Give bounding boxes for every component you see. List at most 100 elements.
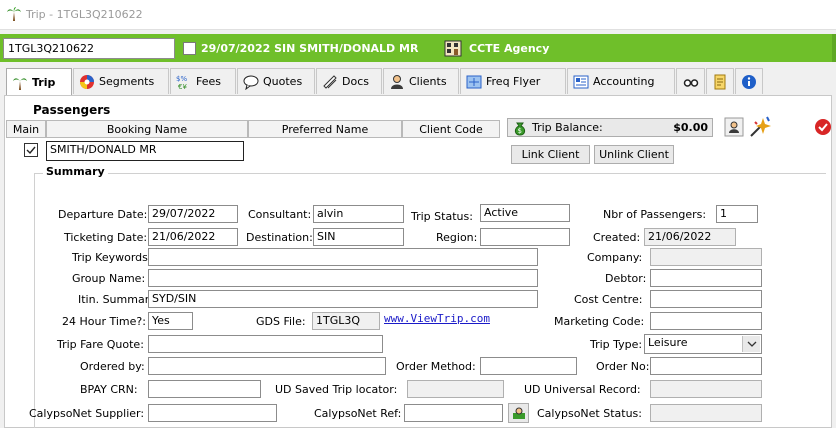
svg-text:$%: $% [176, 75, 187, 83]
agency-building-icon[interactable] [444, 40, 462, 57]
main-checkbox[interactable] [24, 143, 38, 157]
calypso-supplier-field[interactable] [148, 404, 277, 422]
order-no-field[interactable] [650, 357, 762, 375]
tab-notes[interactable] [706, 68, 734, 94]
tab-accounting-label: Accounting [593, 75, 655, 88]
cost-centre-field[interactable] [650, 290, 762, 308]
order-no-label: Order No: [596, 360, 650, 373]
region-field[interactable] [480, 228, 570, 246]
col-client-code[interactable]: Client Code [402, 120, 500, 138]
ordered-by-field[interactable] [148, 357, 386, 375]
header-checkbox[interactable] [183, 42, 196, 55]
palm-tree-icon [7, 7, 21, 21]
departure-date-field[interactable]: 29/07/2022 [148, 205, 238, 223]
speech-bubble-icon [243, 75, 259, 90]
tab-clients[interactable]: Clients [383, 68, 459, 94]
bpay-crn-field[interactable] [148, 380, 261, 398]
svg-text:€¥: €¥ [178, 83, 187, 90]
check-icon [26, 146, 36, 155]
calypso-ref-field[interactable] [404, 404, 503, 422]
company-field [650, 248, 762, 266]
trip-id-field[interactable]: 1TGL3Q210622 [3, 38, 175, 59]
trip-fare-quote-field[interactable] [148, 335, 383, 353]
client-search-icon[interactable] [724, 117, 744, 137]
viewtrip-link[interactable]: www.ViewTrip.com [384, 312, 490, 325]
col-main[interactable]: Main [6, 120, 46, 138]
window-title: Trip - 1TGL3Q210622 [26, 8, 143, 21]
tab-accounting[interactable]: Accounting [567, 68, 675, 94]
trip-keywords-field[interactable] [148, 248, 538, 266]
group-name-label: Group Name: [72, 272, 146, 285]
marketing-code-label: Marketing Code: [554, 315, 645, 328]
marketing-code-field[interactable] [650, 312, 762, 330]
itin-summary-field[interactable]: SYD/SIN [148, 290, 538, 308]
tab-trip[interactable]: Trip [6, 68, 72, 96]
trip-keywords-label: Trip Keywords: [72, 251, 152, 264]
region-label: Region: [436, 231, 478, 244]
ticketing-date-label: Ticketing Date: [64, 231, 148, 244]
passengers-heading: Passengers [33, 103, 111, 117]
palm-tree-icon [13, 77, 27, 90]
consultant-field[interactable]: alvin [313, 205, 404, 223]
trip-summary-label: 29/07/2022 SIN SMITH/DONALD MR [201, 42, 419, 55]
summary-heading: Summary [43, 165, 108, 178]
tab-freq-flyer-label: Freq Flyer [486, 75, 541, 88]
tab-fees[interactable]: $% €¥ Fees [170, 68, 236, 94]
trip-type-select[interactable]: Leisure [644, 334, 762, 354]
debtor-label: Debtor: [605, 272, 647, 285]
trip-balance-label: Trip Balance: [532, 121, 603, 134]
ud-universal-field [650, 380, 762, 398]
glasses-icon [683, 78, 698, 87]
debtor-field[interactable] [650, 269, 762, 287]
notes-icon [714, 74, 726, 89]
hour24-label: 24 Hour Time?: [62, 315, 146, 328]
unlink-client-button[interactable]: Unlink Client [594, 145, 674, 164]
booking-name-cell[interactable]: SMITH/DONALD MR [46, 141, 244, 161]
trip-type-dropdown-button[interactable] [742, 336, 760, 352]
group-name-field[interactable] [148, 269, 538, 287]
tab-bar: Trip Segments $% €¥ Fees Quotes Docs Clie… [0, 68, 836, 96]
agency-label: CCTE Agency [469, 42, 550, 55]
tab-glasses[interactable] [676, 68, 705, 94]
ordered-by-label: Ordered by: [80, 360, 145, 373]
trip-fare-quote-label: Trip Fare Quote: [57, 338, 144, 351]
trip-status-field[interactable]: Active [480, 204, 570, 222]
tab-trip-label: Trip [32, 76, 56, 89]
fees-icon: $%€¥ [176, 75, 187, 90]
gds-file-field: 1TGL3Q [312, 312, 380, 330]
tab-segments-label: Segments [99, 75, 155, 88]
calypso-status-label: CalypsoNet Status: [537, 407, 642, 420]
tab-docs-label: Docs [342, 75, 369, 88]
col-preferred-name[interactable]: Preferred Name [248, 120, 402, 138]
ud-universal-label: UD Universal Record: [524, 383, 641, 396]
tab-info[interactable] [735, 68, 763, 94]
ud-saved-field [407, 380, 504, 398]
link-client-button[interactable]: Link Client [511, 145, 590, 164]
docs-icon [323, 74, 337, 89]
bpay-crn-label: BPAY CRN: [80, 383, 138, 396]
nbr-passengers-field[interactable]: 1 [716, 205, 758, 223]
hour24-field[interactable]: Yes [148, 312, 193, 330]
destination-field[interactable]: SIN [313, 228, 404, 246]
cost-centre-label: Cost Centre: [574, 293, 643, 306]
consultant-label: Consultant: [248, 208, 312, 221]
accounting-icon [573, 75, 589, 88]
tab-fees-label: Fees [196, 75, 221, 88]
tab-freq-flyer[interactable]: Freq Flyer [460, 68, 566, 94]
preferred-name-cell[interactable] [246, 143, 402, 159]
company-label: Company: [587, 251, 643, 264]
magic-wand-icon[interactable] [748, 115, 772, 139]
lookup-icon [512, 407, 525, 419]
delete-icon[interactable] [814, 118, 832, 136]
created-label: Created: [593, 231, 641, 244]
trip-balance-button[interactable]: $ Trip Balance: $0.00 [507, 118, 713, 137]
col-booking-name[interactable]: Booking Name [46, 120, 248, 138]
tab-segments[interactable]: Segments [73, 68, 169, 94]
order-method-field[interactable] [480, 357, 577, 375]
tab-quotes[interactable]: Quotes [237, 68, 315, 94]
tab-docs[interactable]: Docs [316, 68, 382, 94]
ticketing-date-field[interactable]: 21/06/2022 [148, 228, 238, 246]
tab-quotes-label: Quotes [263, 75, 303, 88]
calypso-lookup-button[interactable] [508, 403, 529, 423]
calypso-supplier-label: CalypsoNet Supplier: [29, 407, 145, 420]
